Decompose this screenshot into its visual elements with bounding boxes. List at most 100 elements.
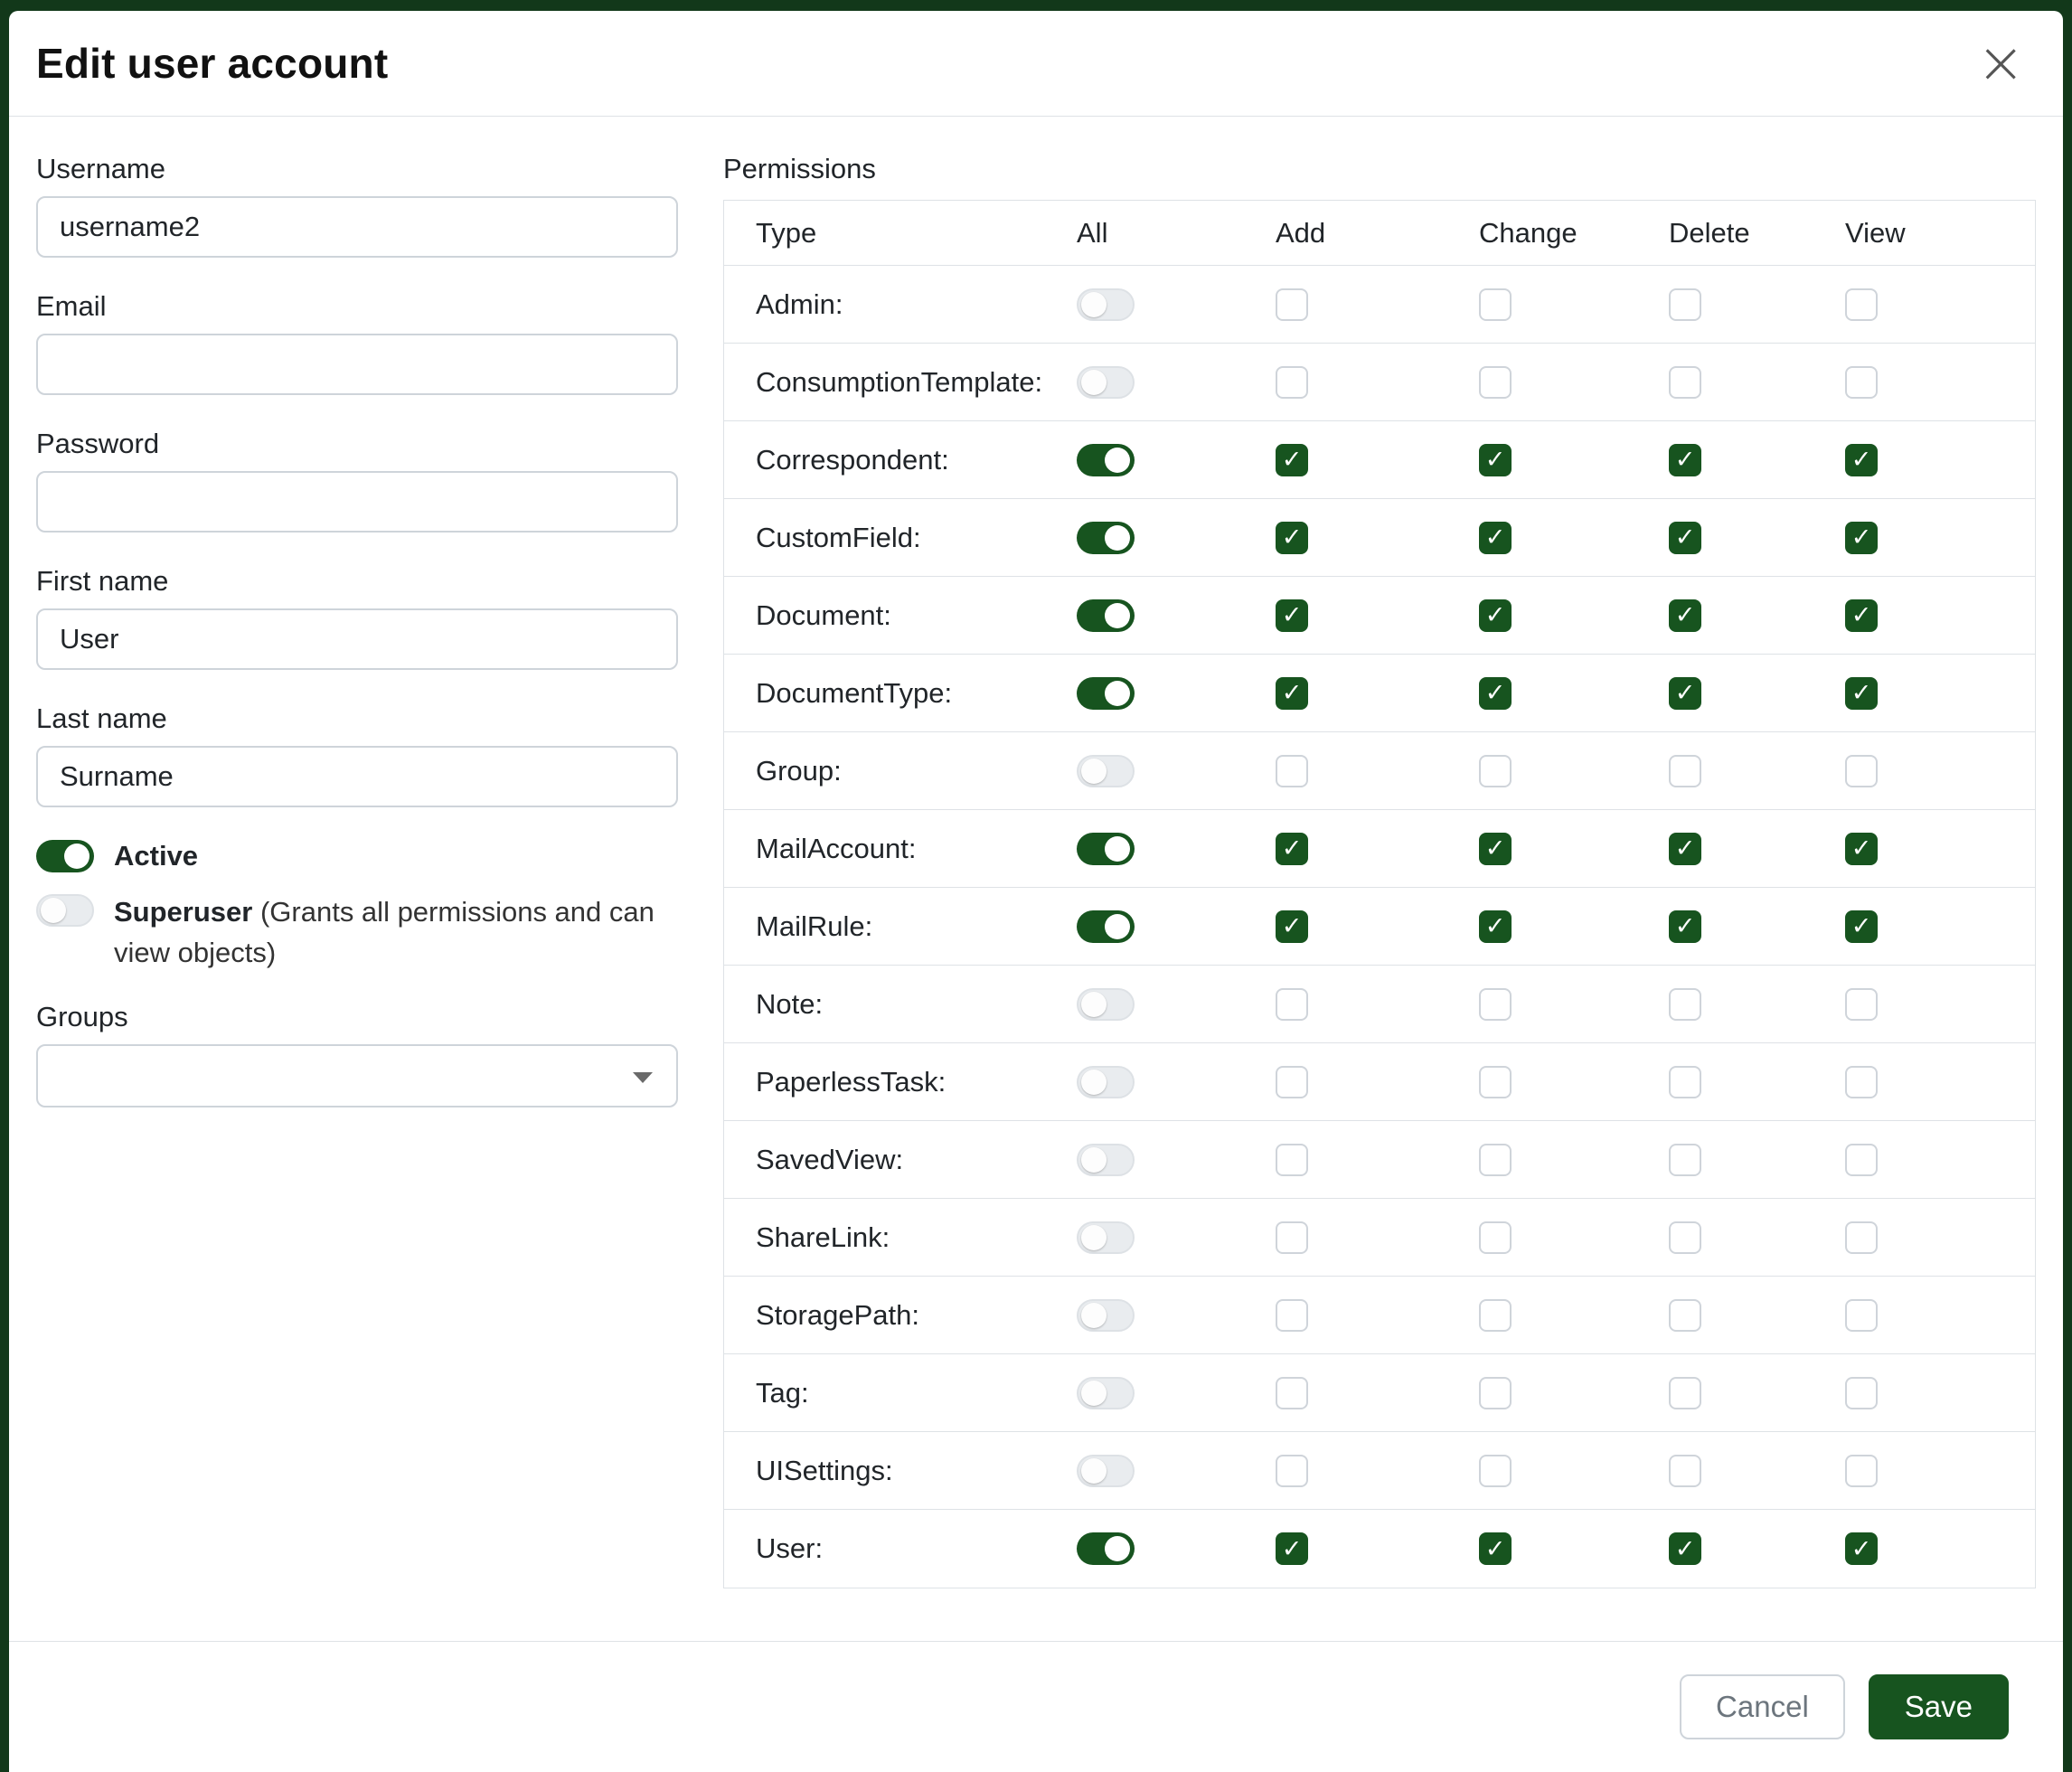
toggle-all[interactable]: [1077, 755, 1135, 787]
checkbox-delete[interactable]: [1669, 1377, 1701, 1409]
checkbox-delete[interactable]: [1669, 755, 1701, 787]
checkbox-add[interactable]: [1276, 1144, 1308, 1176]
checkbox-view[interactable]: [1845, 910, 1878, 943]
toggle-all[interactable]: [1077, 288, 1135, 321]
checkbox-delete[interactable]: [1669, 522, 1701, 554]
checkbox-delete[interactable]: [1669, 444, 1701, 476]
toggle-all[interactable]: [1077, 366, 1135, 399]
checkbox-view[interactable]: [1845, 755, 1878, 787]
checkbox-view[interactable]: [1845, 1455, 1878, 1487]
checkbox-add[interactable]: [1276, 755, 1308, 787]
checkbox-delete[interactable]: [1669, 1532, 1701, 1565]
toggle-all[interactable]: [1077, 1532, 1135, 1565]
checkbox-add[interactable]: [1276, 1532, 1308, 1565]
permission-row: SavedView:: [724, 1121, 2035, 1199]
checkbox-view[interactable]: [1845, 1532, 1878, 1565]
toggle-all[interactable]: [1077, 1066, 1135, 1098]
checkbox-delete[interactable]: [1669, 1066, 1701, 1098]
checkbox-change[interactable]: [1479, 1144, 1512, 1176]
checkbox-view[interactable]: [1845, 988, 1878, 1021]
checkbox-delete[interactable]: [1669, 677, 1701, 710]
toggle-all[interactable]: [1077, 599, 1135, 632]
checkbox-add[interactable]: [1276, 599, 1308, 632]
checkbox-view[interactable]: [1845, 677, 1878, 710]
checkbox-change[interactable]: [1479, 910, 1512, 943]
groups-select[interactable]: [36, 1044, 678, 1108]
checkbox-view[interactable]: [1845, 1221, 1878, 1254]
checkbox-add[interactable]: [1276, 833, 1308, 865]
checkbox-view[interactable]: [1845, 833, 1878, 865]
checkbox-add[interactable]: [1276, 910, 1308, 943]
permission-row: Group:: [724, 732, 2035, 810]
email-input[interactable]: [36, 334, 678, 395]
checkbox-change[interactable]: [1479, 1532, 1512, 1565]
checkbox-add[interactable]: [1276, 288, 1308, 321]
checkbox-change[interactable]: [1479, 833, 1512, 865]
checkbox-view[interactable]: [1845, 599, 1878, 632]
superuser-toggle[interactable]: [36, 894, 94, 927]
username-input[interactable]: [36, 196, 678, 258]
checkbox-change[interactable]: [1479, 1455, 1512, 1487]
checkbox-delete[interactable]: [1669, 1299, 1701, 1332]
toggle-all[interactable]: [1077, 444, 1135, 476]
checkbox-add[interactable]: [1276, 444, 1308, 476]
toggle-all[interactable]: [1077, 1377, 1135, 1409]
checkbox-change[interactable]: [1479, 366, 1512, 399]
permission-row: PaperlessTask:: [724, 1043, 2035, 1121]
checkbox-delete[interactable]: [1669, 833, 1701, 865]
checkbox-delete[interactable]: [1669, 366, 1701, 399]
checkbox-change[interactable]: [1479, 444, 1512, 476]
toggle-all[interactable]: [1077, 677, 1135, 710]
checkbox-view[interactable]: [1845, 288, 1878, 321]
checkbox-delete[interactable]: [1669, 1221, 1701, 1254]
checkbox-change[interactable]: [1479, 522, 1512, 554]
checkbox-change[interactable]: [1479, 1377, 1512, 1409]
checkbox-view[interactable]: [1845, 1377, 1878, 1409]
toggle-all[interactable]: [1077, 988, 1135, 1021]
checkbox-add[interactable]: [1276, 677, 1308, 710]
toggle-all[interactable]: [1077, 1299, 1135, 1332]
checkbox-add[interactable]: [1276, 366, 1308, 399]
last-name-input[interactable]: [36, 746, 678, 807]
checkbox-add[interactable]: [1276, 1299, 1308, 1332]
checkbox-change[interactable]: [1479, 677, 1512, 710]
first-name-input[interactable]: [36, 608, 678, 670]
checkbox-change[interactable]: [1479, 288, 1512, 321]
checkbox-add[interactable]: [1276, 988, 1308, 1021]
toggle-all[interactable]: [1077, 1144, 1135, 1176]
active-toggle[interactable]: [36, 840, 94, 872]
toggle-all[interactable]: [1077, 910, 1135, 943]
permission-type-label: CustomField:: [756, 522, 1077, 554]
checkbox-delete[interactable]: [1669, 599, 1701, 632]
checkbox-delete[interactable]: [1669, 1455, 1701, 1487]
checkbox-view[interactable]: [1845, 1144, 1878, 1176]
checkbox-add[interactable]: [1276, 1377, 1308, 1409]
password-input[interactable]: [36, 471, 678, 533]
close-icon[interactable]: ×: [1971, 34, 2030, 92]
checkbox-delete[interactable]: [1669, 1144, 1701, 1176]
checkbox-delete[interactable]: [1669, 988, 1701, 1021]
save-button[interactable]: Save: [1869, 1674, 2009, 1739]
checkbox-add[interactable]: [1276, 1221, 1308, 1254]
toggle-all[interactable]: [1077, 1455, 1135, 1487]
checkbox-view[interactable]: [1845, 366, 1878, 399]
checkbox-view[interactable]: [1845, 1066, 1878, 1098]
checkbox-delete[interactable]: [1669, 910, 1701, 943]
checkbox-view[interactable]: [1845, 444, 1878, 476]
cancel-button[interactable]: Cancel: [1680, 1674, 1845, 1739]
toggle-all[interactable]: [1077, 1221, 1135, 1254]
checkbox-view[interactable]: [1845, 1299, 1878, 1332]
checkbox-change[interactable]: [1479, 1299, 1512, 1332]
checkbox-change[interactable]: [1479, 988, 1512, 1021]
checkbox-change[interactable]: [1479, 755, 1512, 787]
checkbox-view[interactable]: [1845, 522, 1878, 554]
checkbox-add[interactable]: [1276, 1455, 1308, 1487]
checkbox-add[interactable]: [1276, 522, 1308, 554]
checkbox-change[interactable]: [1479, 1066, 1512, 1098]
toggle-all[interactable]: [1077, 522, 1135, 554]
checkbox-change[interactable]: [1479, 599, 1512, 632]
checkbox-add[interactable]: [1276, 1066, 1308, 1098]
toggle-all[interactable]: [1077, 833, 1135, 865]
checkbox-change[interactable]: [1479, 1221, 1512, 1254]
checkbox-delete[interactable]: [1669, 288, 1701, 321]
